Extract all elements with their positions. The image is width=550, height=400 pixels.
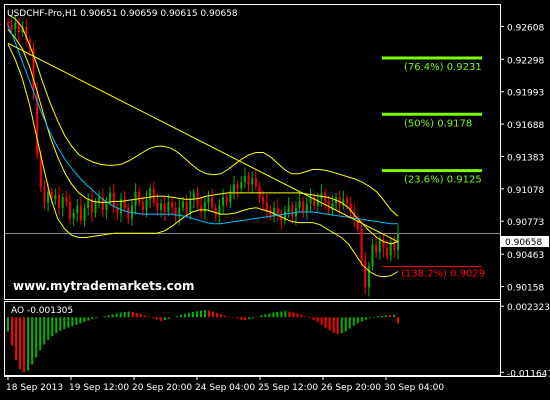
candle-body [145,199,148,210]
candle-body [214,207,217,216]
ao-tick-label: 0.002323 [507,303,550,313]
candle-body [229,191,232,203]
candle-body [94,202,97,214]
candle-body [72,213,75,219]
time-tick-label: 19 Sep 12:00 [69,383,129,393]
candle-body [247,175,250,185]
fib-level-label: (23.6%) 0.9125 [404,175,482,186]
candle-body [141,202,144,210]
candle-body [7,21,9,26]
price-tick-label: 0.91688 [507,121,544,131]
time-tick-label: 30 Sep 04:00 [384,383,444,393]
candle-body [367,266,370,288]
time-tick-label: 20 Sep 20:00 [132,383,192,393]
current-price-label: 0.90658 [505,238,542,248]
candle-body [98,197,101,203]
candle-body [181,201,184,208]
candle-body [378,239,381,253]
candle-body [47,191,50,203]
candle-body [156,202,159,210]
candle-body [254,178,257,187]
candle-body [222,197,225,206]
candle-body [265,202,268,210]
fib-level-label: (50%) 0.9178 [404,118,472,129]
candle-body [10,25,13,30]
candle-body [58,195,61,208]
candle-body [236,184,239,189]
candle-body [76,205,79,214]
candle-body [345,199,348,204]
time-tick-label: 18 Sep 2013 [6,383,63,393]
candle-body [68,202,71,219]
price-tick-label: 0.91078 [507,186,544,196]
candle-body [163,203,166,212]
fib-extension-label: (138.2%) 0.9029 [401,269,485,280]
watermark-url: www.mytrademarkets.com [13,279,194,293]
candle-body [171,202,174,208]
price-tick-label: 0.90158 [507,284,544,294]
candle-body [189,199,192,212]
candle-body [291,205,294,217]
candle-body [203,202,206,212]
candle-body [54,195,57,200]
price-tick-label: 0.91993 [507,89,544,99]
time-tick-label: 24 Sep 04:00 [195,383,255,393]
candle-body [152,188,155,203]
candle-body [251,178,254,185]
candle-body [160,203,163,210]
time-tick-label: 25 Sep 12:00 [258,383,318,393]
candle-body [109,192,112,202]
candle-body [167,202,170,212]
candle-body [269,209,272,217]
price-tick-label: 0.92608 [507,23,544,33]
candle-body [364,260,367,288]
candle-body [87,199,90,208]
candle-body [371,244,374,267]
candle-body [65,197,68,203]
price-tick-label: 0.91383 [507,153,544,163]
candle-body [79,205,82,221]
candle-body [386,248,389,256]
price-chart[interactable]: (76.4%) 0.9231 (50%) 0.9178 (23.6%) 0.9125… [0,0,550,400]
candle-body [287,205,290,212]
symbol-header: USDCHF-Pro,H1 0.90651 0.90659 0.90615 0.… [7,9,238,19]
candle-body [61,197,64,208]
candle-body [14,22,17,30]
ao-indicator-label: AO -0.001305 [11,306,73,316]
candle-body [185,201,188,212]
candle-body [360,228,363,261]
candle-body [127,207,130,219]
candle-body [276,207,279,215]
candle-body [262,197,265,203]
candle-body [240,182,243,189]
candle-body [243,175,246,183]
candle-body [225,197,228,203]
candle-body [83,207,86,221]
candle-body [43,186,46,203]
price-tick-label: 0.90773 [507,218,544,228]
candle-body [375,244,378,253]
candle-body [232,184,235,192]
fib-level-label: (76.4%) 0.9231 [404,62,482,73]
candle-body [273,207,276,217]
candle-body [211,197,214,208]
candle-body [192,192,195,200]
price-tick-label: 0.92298 [507,56,544,66]
ao-tick-label: -0.011641 [507,369,550,379]
candle-body [138,191,141,203]
time-tick-label: 26 Sep 20:00 [321,383,381,393]
candle-body [200,205,203,212]
candle-body [305,203,308,212]
candle-body [258,186,261,198]
candle-body [196,192,199,206]
candle-body [298,201,301,208]
candle-body [207,197,210,203]
candle-body [302,201,305,212]
price-tick-label: 0.90463 [507,251,544,261]
chart-background [0,0,550,400]
